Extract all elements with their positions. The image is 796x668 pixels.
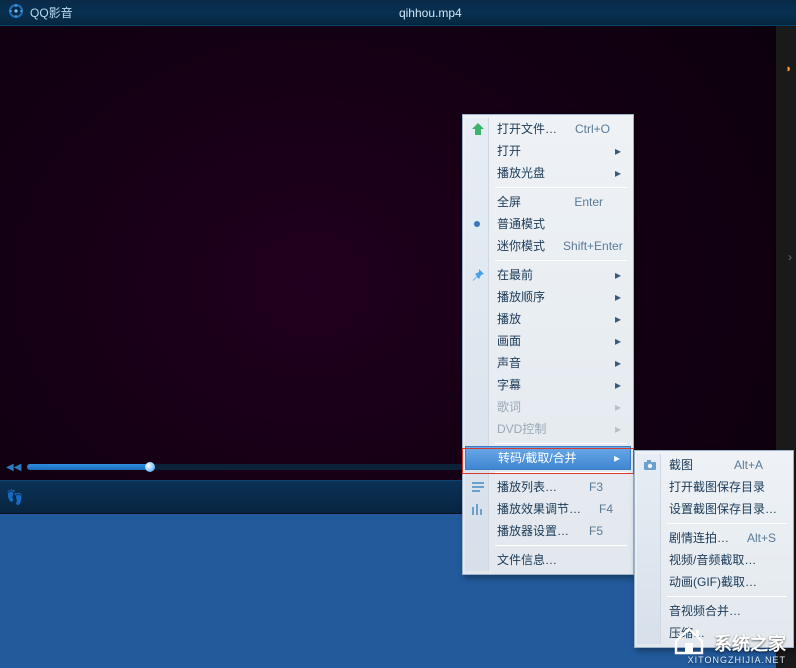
menu-play-order[interactable]: 播放顺序 ▸	[465, 286, 631, 308]
submenu-screenshot[interactable]: 截图 Alt+A	[637, 454, 791, 476]
menu-normal-mode[interactable]: 普通模式	[465, 213, 631, 235]
menu-open[interactable]: 打开 ▸	[465, 140, 631, 162]
menu-audio[interactable]: 声音 ▸	[465, 352, 631, 374]
menu-fullscreen[interactable]: 全屏 Enter	[465, 191, 631, 213]
watermark: 系统之家 XITONGZHIJIA.NET	[672, 623, 786, 662]
camera-icon	[641, 456, 659, 474]
chevron-right-icon: ▸	[613, 374, 623, 396]
submenu-open-shot-dir[interactable]: 打开截图保存目录	[637, 476, 791, 498]
playlist-icon	[469, 478, 487, 496]
menu-dvd-control: DVD控制 ▸	[465, 418, 631, 440]
chevron-right-icon: ▸	[612, 447, 622, 469]
menu-separator	[667, 523, 787, 524]
seek-start-icon[interactable]: ◀◀	[6, 462, 21, 473]
progress-thumb[interactable]	[145, 462, 155, 472]
chevron-right-icon: ▸	[613, 396, 623, 418]
open-file-icon	[469, 120, 487, 138]
window-title: qihhou.mp4	[73, 6, 788, 20]
menu-transcode-capture-merge[interactable]: 转码/截取/合并 ▸	[465, 446, 631, 470]
submenu-set-shot-dir[interactable]: 设置截图保存目录…	[637, 498, 791, 520]
playlist-tab-icon[interactable]: ◗	[785, 63, 792, 75]
menu-always-on-top[interactable]: 在最前 ▸	[465, 264, 631, 286]
menu-separator	[495, 443, 627, 444]
chevron-right-icon: ▸	[613, 330, 623, 352]
menu-file-info[interactable]: 文件信息…	[465, 549, 631, 571]
chevron-right-icon: ▸	[613, 308, 623, 330]
menu-separator	[667, 596, 787, 597]
chevron-right-icon: ▸	[613, 162, 623, 184]
menu-separator	[495, 187, 627, 188]
chevron-right-icon: ▸	[613, 352, 623, 374]
submenu-av-merge[interactable]: 音视频合并…	[637, 600, 791, 622]
menu-separator	[495, 472, 627, 473]
footprint-icon[interactable]: 👣	[0, 489, 30, 506]
watermark-subtext: XITONGZHIJIA.NET	[688, 655, 786, 665]
menu-separator	[495, 545, 627, 546]
radio-selected-icon	[474, 221, 480, 227]
menu-lyrics: 歌词 ▸	[465, 396, 631, 418]
menu-play[interactable]: 播放 ▸	[465, 308, 631, 330]
submenu-transcode: 截图 Alt+A 打开截图保存目录 设置截图保存目录… 剧情连拍… Alt+S …	[634, 450, 794, 648]
chevron-right-icon: ▸	[613, 264, 623, 286]
chevron-right-icon: ▸	[613, 140, 623, 162]
submenu-gif-clip[interactable]: 动画(GIF)截取…	[637, 571, 791, 593]
menu-mini-mode[interactable]: 迷你模式 Shift+Enter	[465, 235, 631, 257]
menu-open-file[interactable]: 打开文件… Ctrl+O	[465, 118, 631, 140]
progress-fill	[27, 464, 150, 470]
title-bar: QQ影音 qihhou.mp4	[0, 0, 796, 26]
menu-player-settings[interactable]: 播放器设置… F5	[465, 520, 631, 542]
menu-separator	[495, 260, 627, 261]
submenu-av-clip[interactable]: 视频/音频截取…	[637, 549, 791, 571]
menu-effects[interactable]: 播放效果调节… F4	[465, 498, 631, 520]
submenu-burst-shot[interactable]: 剧情连拍… Alt+S	[637, 527, 791, 549]
app-logo-icon	[8, 3, 24, 22]
menu-subtitle[interactable]: 字幕 ▸	[465, 374, 631, 396]
equalizer-icon	[469, 500, 487, 518]
menu-play-disc[interactable]: 播放光盘 ▸	[465, 162, 631, 184]
app-brand: QQ影音	[8, 3, 73, 22]
sidebar-expand-icon[interactable]: ›	[788, 250, 792, 264]
app-name: QQ影音	[30, 4, 73, 21]
context-menu: 打开文件… Ctrl+O 打开 ▸ 播放光盘 ▸ 全屏 Enter 普通模式 迷…	[462, 114, 634, 575]
menu-picture[interactable]: 画面 ▸	[465, 330, 631, 352]
chevron-right-icon: ▸	[613, 286, 623, 308]
watermark-text: 系统之家	[714, 630, 786, 656]
pin-icon	[469, 266, 487, 284]
chevron-right-icon: ▸	[613, 418, 623, 440]
menu-playlist[interactable]: 播放列表… F3	[465, 476, 631, 498]
